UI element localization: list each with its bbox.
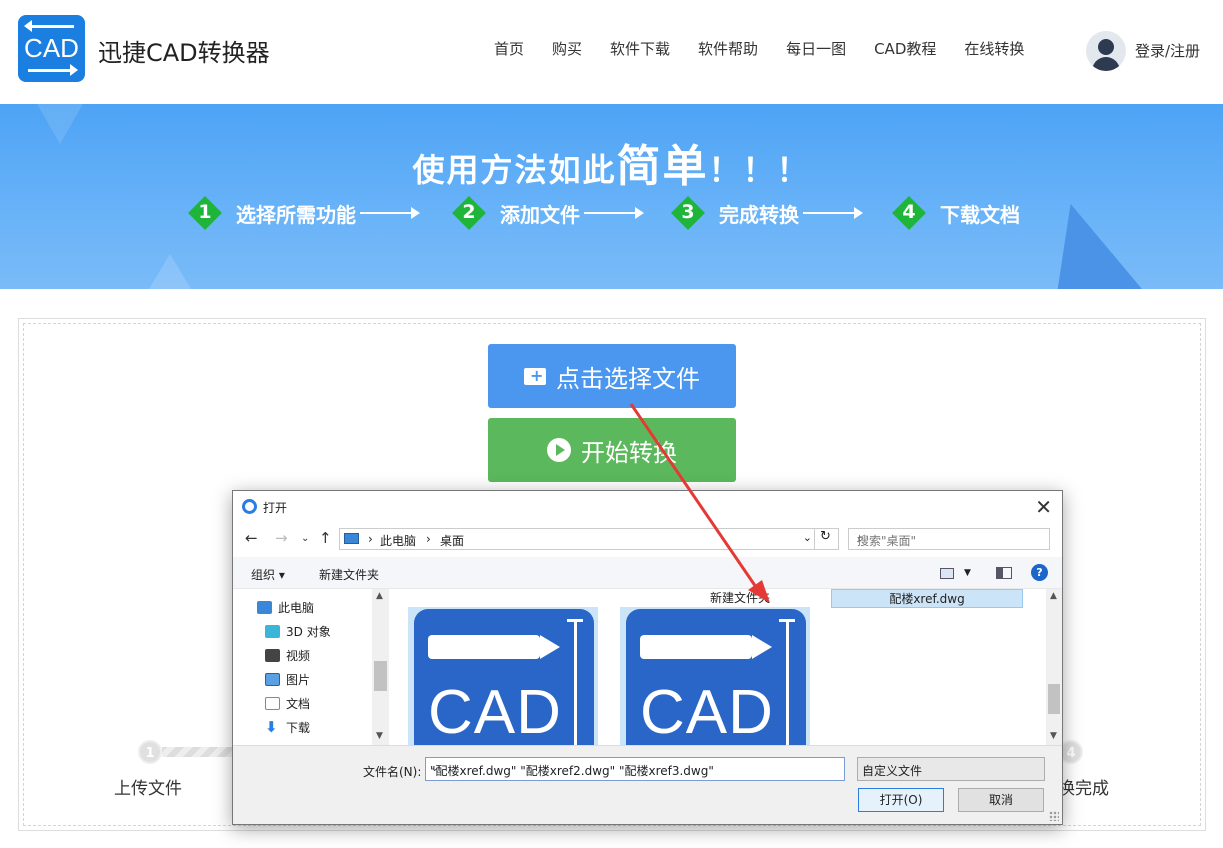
file-list-scrollbar[interactable]: ▲ ▼ bbox=[1046, 589, 1062, 745]
file-caption-new-folder[interactable]: 新建文件夹 bbox=[650, 589, 830, 606]
step-4: 4 下载文档 bbox=[892, 196, 1020, 230]
filetype-select[interactable]: 自定义文件 ⌄ bbox=[857, 757, 1045, 781]
film-icon bbox=[265, 648, 280, 662]
breadcrumb-desktop[interactable]: 桌面 bbox=[440, 532, 464, 549]
open-file-dialog: 打开 ✕ ← → ⌄ ↑ › 此电脑 › 桌面 ⌄ ↻ 搜索"桌面" ⌕ 组织 … bbox=[232, 490, 1063, 825]
open-button[interactable]: 打开(O) bbox=[858, 788, 944, 812]
recent-chevron-icon[interactable]: ⌄ bbox=[301, 533, 309, 544]
back-arrow-icon[interactable]: ← bbox=[245, 529, 258, 547]
view-dropdown-icon[interactable]: ▼ bbox=[964, 568, 971, 578]
banner-title: 使用方法如此简单！！！ bbox=[412, 141, 811, 192]
cancel-button[interactable]: 取消 bbox=[958, 788, 1044, 812]
file-tile[interactable]: CAD bbox=[620, 607, 810, 745]
select-file-button[interactable]: 点击选择文件 bbox=[488, 344, 736, 408]
dialog-titlebar[interactable]: 打开 ✕ bbox=[233, 491, 1062, 523]
computer-icon bbox=[257, 600, 272, 614]
arrow-right-icon bbox=[360, 207, 420, 219]
sidebar-item-downloads[interactable]: ⬇ 下载 bbox=[265, 717, 310, 737]
search-icon: ⌕ bbox=[857, 531, 864, 545]
nav-help[interactable]: 软件帮助 bbox=[698, 38, 758, 59]
sidebar-item-3d-objects[interactable]: 3D 对象 bbox=[265, 621, 331, 641]
add-file-icon bbox=[524, 366, 546, 385]
dialog-title: 打开 bbox=[263, 501, 288, 515]
stage-label-upload: 上传文件 bbox=[114, 779, 182, 799]
picture-icon bbox=[265, 672, 280, 686]
file-list: 新建文件夹 配楼xref.dwg CAD CAD bbox=[390, 589, 1046, 745]
sidebar-item-pictures[interactable]: 图片 bbox=[265, 669, 310, 689]
close-icon[interactable]: ✕ bbox=[1035, 495, 1052, 519]
navigation-pane: 此电脑 3D 对象 视频 图片 文档 ⬇ 下载 bbox=[233, 589, 389, 745]
step-2: 2 添加文件 bbox=[452, 196, 644, 230]
nav-daily-drawing[interactable]: 每日一图 bbox=[786, 38, 846, 59]
app-icon bbox=[242, 499, 257, 514]
cad-logo-icon[interactable]: CAD bbox=[18, 15, 85, 82]
file-tile[interactable]: CAD bbox=[408, 607, 598, 745]
step-1: 1 选择所需功能 bbox=[188, 196, 420, 230]
nav-online-convert[interactable]: 在线转换 bbox=[964, 38, 1024, 59]
dialog-footer: 文件名(N): "配楼xref.dwg" "配楼xref2.dwg" "配楼xr… bbox=[233, 745, 1062, 824]
step-number-badge: 4 bbox=[892, 196, 926, 230]
help-icon[interactable]: ? bbox=[1031, 564, 1048, 581]
arrow-right-icon bbox=[584, 207, 644, 219]
filename-label: 文件名(N): bbox=[363, 765, 422, 779]
sidebar-item-this-pc[interactable]: 此电脑 bbox=[257, 597, 314, 617]
chevron-down-icon[interactable]: ⌄ bbox=[803, 531, 812, 544]
step-number-badge: 3 bbox=[671, 196, 705, 230]
user-avatar-icon[interactable] bbox=[1086, 31, 1126, 71]
step-number-badge: 1 bbox=[188, 196, 222, 230]
nav-download[interactable]: 软件下载 bbox=[610, 38, 670, 59]
step-number-badge: 2 bbox=[452, 196, 486, 230]
arrow-right-icon bbox=[803, 207, 863, 219]
computer-icon bbox=[344, 533, 359, 544]
cube-icon bbox=[265, 624, 280, 638]
document-icon bbox=[265, 696, 280, 710]
nav-home[interactable]: 首页 bbox=[494, 38, 524, 59]
chevron-down-icon[interactable]: ⌄ bbox=[430, 761, 840, 774]
dwg-file-icon: CAD bbox=[626, 609, 806, 745]
address-bar[interactable]: › 此电脑 › 桌面 ⌄ ↻ bbox=[339, 528, 839, 550]
sidebar-item-videos[interactable]: 视频 bbox=[265, 645, 310, 665]
site-name[interactable]: 迅捷CAD转换器 bbox=[98, 33, 270, 68]
view-options-icon[interactable] bbox=[940, 568, 954, 579]
sidebar-scrollbar[interactable]: ▲ ▼ bbox=[372, 589, 389, 745]
preview-pane-icon[interactable] bbox=[996, 567, 1012, 579]
resize-grip-icon[interactable] bbox=[1049, 811, 1059, 821]
step-3: 3 完成转换 bbox=[671, 196, 863, 230]
progress-dot-1: 1 bbox=[138, 740, 162, 764]
dwg-file-icon: CAD bbox=[414, 609, 594, 745]
main-nav: 首页 购买 软件下载 软件帮助 每日一图 CAD教程 在线转换 bbox=[480, 38, 1038, 59]
nav-cad-tutorial[interactable]: CAD教程 bbox=[874, 38, 936, 59]
filename-field[interactable]: "配楼xref.dwg" "配楼xref2.dwg" "配楼xref3.dwg"… bbox=[425, 757, 845, 781]
nav-buy[interactable]: 购买 bbox=[552, 38, 582, 59]
refresh-icon[interactable]: ↻ bbox=[814, 529, 836, 549]
how-to-banner: 使用方法如此简单！！！ 1 选择所需功能 2 添加文件 3 完成转换 4 下载文… bbox=[0, 104, 1223, 289]
up-arrow-icon[interactable]: ↑ bbox=[319, 529, 332, 547]
play-icon bbox=[547, 438, 571, 462]
breadcrumb-this-pc[interactable]: 此电脑 bbox=[380, 532, 416, 549]
search-input[interactable]: 搜索"桌面" ⌕ bbox=[848, 528, 1050, 550]
organize-menu[interactable]: 组织 ▾ bbox=[251, 566, 285, 583]
address-row: ← → ⌄ ↑ › 此电脑 › 桌面 ⌄ ↻ 搜索"桌面" ⌕ bbox=[233, 525, 1062, 553]
dialog-toolbar: 组织 ▾ 新建文件夹 ▼ ? bbox=[233, 557, 1062, 589]
download-arrow-icon: ⬇ bbox=[265, 717, 278, 736]
start-convert-button[interactable]: 开始转换 bbox=[488, 418, 736, 482]
login-register-link[interactable]: 登录/注册 bbox=[1135, 40, 1200, 61]
chevron-down-icon: ⌄ bbox=[862, 761, 872, 774]
progress-bar bbox=[162, 747, 242, 757]
stage-label-done: 换完成 bbox=[1058, 779, 1109, 799]
forward-arrow-icon[interactable]: → bbox=[275, 529, 288, 547]
file-caption-selected[interactable]: 配楼xref.dwg bbox=[831, 589, 1023, 608]
site-header: CAD 迅捷CAD转换器 首页 购买 软件下载 软件帮助 每日一图 CAD教程 … bbox=[0, 0, 1223, 104]
sidebar-item-documents[interactable]: 文档 bbox=[265, 693, 310, 713]
new-folder-button[interactable]: 新建文件夹 bbox=[319, 566, 379, 583]
